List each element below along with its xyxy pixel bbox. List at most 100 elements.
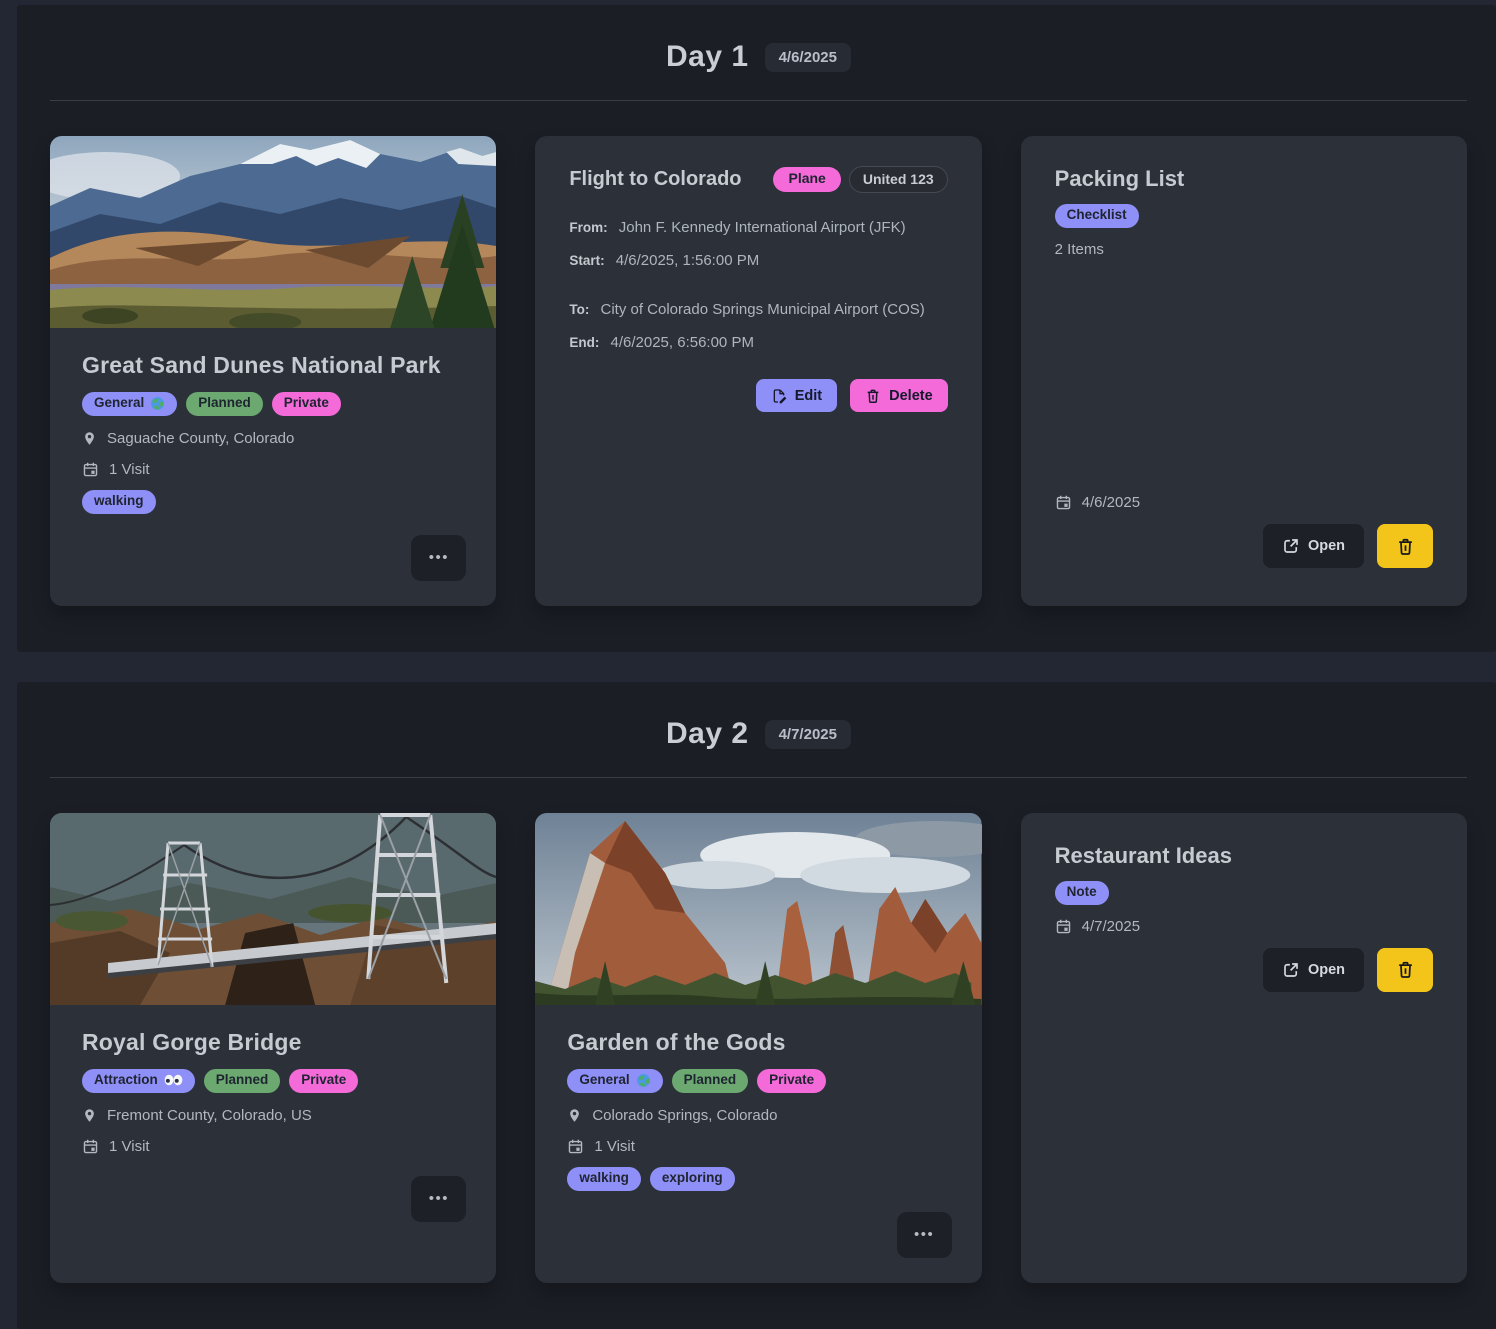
open-button[interactable]: Open — [1263, 524, 1364, 568]
attachment-actions: Open — [1055, 948, 1433, 992]
more-options-dots: ••• — [914, 1226, 934, 1243]
day-2-header: Day 2 4/7/2025 — [50, 717, 1467, 751]
map-pin-icon — [82, 430, 97, 447]
garden-of-the-gods-photo — [535, 813, 981, 1005]
to-row: To: City of Colorado Springs Municipal A… — [569, 301, 947, 318]
more-options-button[interactable]: ••• — [897, 1212, 952, 1258]
open-label: Open — [1308, 538, 1345, 554]
edit-icon — [771, 388, 787, 404]
delete-attachment-button[interactable] — [1377, 524, 1433, 568]
day-2-title: Day 2 — [666, 717, 749, 751]
kind-badge: Note — [1055, 881, 1109, 905]
location-text: Fremont County, Colorado, US — [107, 1107, 312, 1124]
visibility-badge: Private — [272, 392, 341, 416]
date-row: 4/7/2025 — [1055, 918, 1433, 935]
place-card-royal-gorge-bridge: Royal Gorge Bridge Attraction Planned Pr… — [50, 813, 496, 1283]
more-options-button[interactable]: ••• — [411, 535, 466, 581]
attachment-actions: Open — [1055, 524, 1433, 568]
place-badges: General Planned Private — [567, 1069, 951, 1093]
visits-text: 1 Visit — [594, 1138, 635, 1155]
date-text: 4/6/2025 — [1082, 494, 1140, 511]
location-text: Colorado Springs, Colorado — [592, 1107, 777, 1124]
flight-header: Flight to Colorado Plane United 123 — [569, 166, 947, 193]
delete-button[interactable]: Delete — [850, 379, 948, 412]
flight-title: Flight to Colorado — [569, 168, 741, 191]
attachment-card-packing-list: Packing List Checklist 2 Items 4/6/2025 … — [1021, 136, 1467, 606]
attachment-kind-row: Note — [1055, 881, 1433, 905]
calendar-icon — [567, 1138, 584, 1155]
attachment-kind-row: Checklist — [1055, 204, 1433, 228]
open-label: Open — [1308, 962, 1345, 978]
visibility-badge: Private — [289, 1069, 358, 1093]
edit-button[interactable]: Edit — [756, 379, 837, 412]
end-row: End: 4/6/2025, 6:56:00 PM — [569, 334, 947, 351]
trash-icon — [1396, 960, 1415, 979]
from-label: From: — [569, 220, 607, 235]
category-badge: General — [567, 1069, 662, 1093]
day-2-section: Day 2 4/7/2025 — [17, 682, 1496, 1329]
location-text: Saguache County, Colorado — [107, 430, 294, 447]
place-title: Garden of the Gods — [567, 1029, 951, 1056]
attachment-footer: 4/6/2025 Open — [1055, 494, 1433, 568]
visits-row: 1 Visit — [82, 1138, 466, 1155]
tags-row: walking — [82, 490, 466, 514]
category-badge: General — [82, 392, 177, 416]
more-options-button[interactable]: ••• — [411, 1176, 466, 1222]
day-1-header: Day 1 4/6/2025 — [50, 40, 1467, 74]
location-row: Colorado Springs, Colorado — [567, 1107, 951, 1124]
map-pin-icon — [567, 1107, 582, 1124]
calendar-icon — [1055, 918, 1072, 935]
place-card-great-sand-dunes: Great Sand Dunes National Park General P… — [50, 136, 496, 606]
location-row: Saguache County, Colorado — [82, 430, 466, 447]
day-1-section: Day 1 4/6/2025 — [17, 5, 1496, 652]
visibility-badge: Private — [757, 1069, 826, 1093]
open-button[interactable]: Open — [1263, 948, 1364, 992]
visits-row: 1 Visit — [567, 1138, 951, 1155]
category-label: General — [579, 1072, 629, 1089]
external-link-icon — [1282, 537, 1300, 555]
place-card-garden-of-the-gods: Garden of the Gods General Planned Priva… — [535, 813, 981, 1283]
kind-badge: Checklist — [1055, 204, 1139, 228]
from-row: From: John F. Kennedy International Airp… — [569, 219, 947, 236]
trash-icon — [1396, 537, 1415, 556]
category-badge: Attraction — [82, 1069, 195, 1093]
place-badges: Attraction Planned Private — [82, 1069, 466, 1093]
location-row: Fremont County, Colorado, US — [82, 1107, 466, 1124]
external-link-icon — [1282, 961, 1300, 979]
day-1-date-badge: 4/6/2025 — [765, 43, 851, 72]
attachment-card-restaurant-ideas: Restaurant Ideas Note 4/7/2025 Open — [1021, 813, 1467, 1283]
attachment-title: Restaurant Ideas — [1055, 843, 1433, 869]
place-title: Great Sand Dunes National Park — [82, 352, 466, 379]
tags-row: walking exploring — [567, 1167, 951, 1191]
eyes-icon — [164, 1074, 183, 1086]
delete-label: Delete — [889, 388, 933, 404]
tag-badge: exploring — [650, 1167, 735, 1191]
delete-attachment-button[interactable] — [1377, 948, 1433, 992]
items-count: 2 Items — [1055, 241, 1433, 258]
day-1-divider — [50, 100, 1467, 101]
calendar-icon — [1055, 494, 1072, 511]
from-value: John F. Kennedy International Airport (J… — [619, 219, 906, 236]
trash-icon — [865, 388, 881, 404]
globe-icon — [636, 1073, 651, 1088]
day-2-cards: Royal Gorge Bridge Attraction Planned Pr… — [50, 813, 1467, 1283]
end-value: 4/6/2025, 6:56:00 PM — [611, 334, 754, 351]
edit-label: Edit — [795, 388, 822, 404]
attachment-title: Packing List — [1055, 166, 1433, 192]
day-1-cards: Great Sand Dunes National Park General P… — [50, 136, 1467, 606]
category-label: Attraction — [94, 1072, 158, 1089]
calendar-icon — [82, 461, 99, 478]
great-sand-dunes-photo — [50, 136, 496, 328]
date-row: 4/6/2025 — [1055, 494, 1433, 511]
status-badge: Planned — [186, 392, 263, 416]
visits-text: 1 Visit — [109, 461, 150, 478]
transport-mode-badge: Plane — [773, 167, 840, 193]
flight-actions: Edit Delete — [569, 379, 947, 412]
sand-dunes-illustration — [50, 136, 496, 328]
start-value: 4/6/2025, 1:56:00 PM — [616, 252, 759, 269]
red-rocks-illustration — [535, 813, 981, 1005]
category-label: General — [94, 395, 144, 412]
to-label: To: — [569, 302, 589, 317]
place-title: Royal Gorge Bridge — [82, 1029, 466, 1056]
start-label: Start: — [569, 253, 604, 268]
